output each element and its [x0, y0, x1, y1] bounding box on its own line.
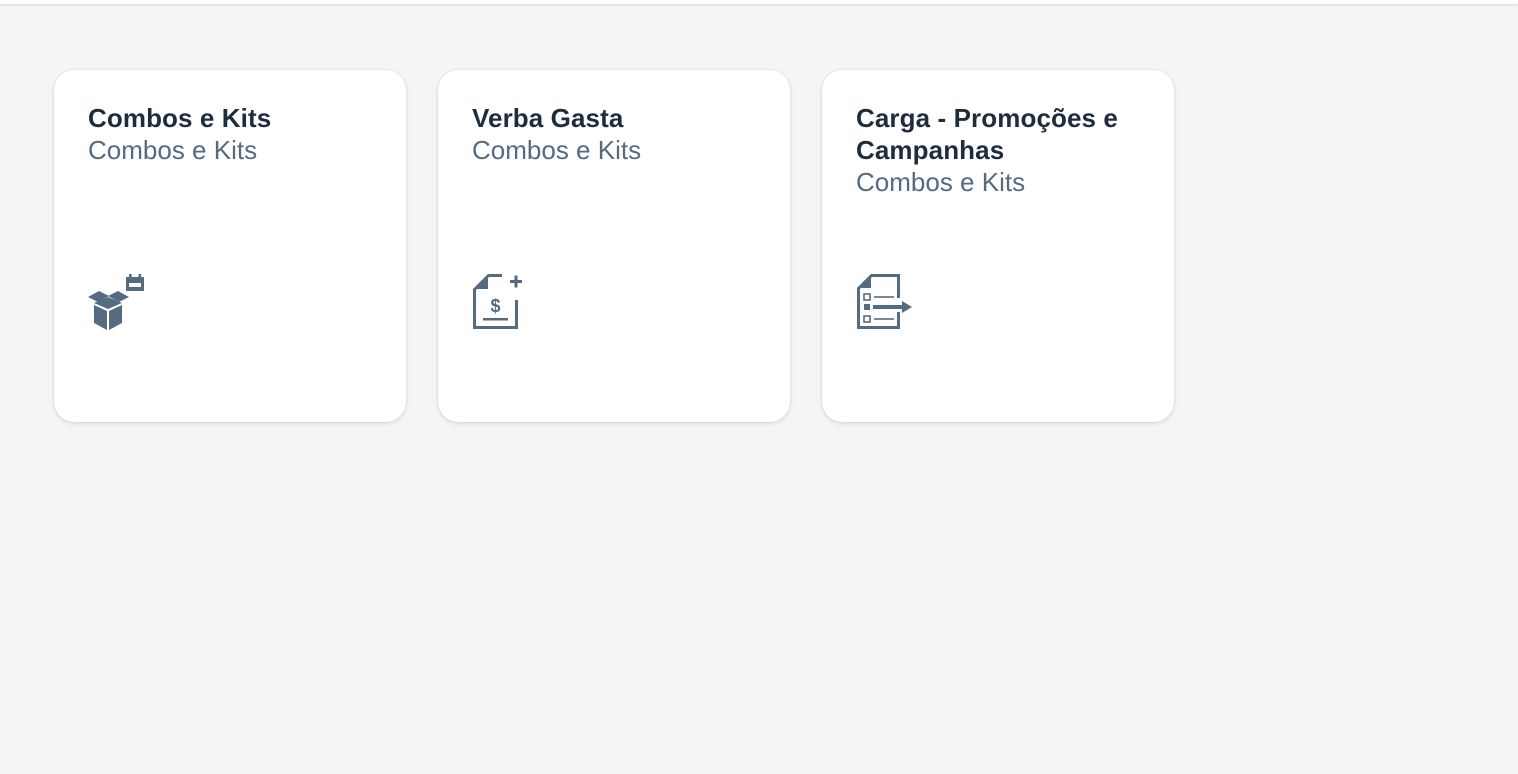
shell-bar-bottom-edge [0, 0, 1518, 4]
tile-subtitle: Combos e Kits [856, 167, 1026, 197]
dollar-document-add-icon: $ [472, 272, 536, 336]
tile-subtitle: Combos e Kits [88, 135, 258, 165]
tile-container: Combos e Kits Combos e Kits Verba Gasta … [54, 70, 1174, 422]
tile-title: Carga - Promoções e Campanhas [856, 103, 1118, 165]
tile-verba-gasta[interactable]: Verba Gasta Combos e Kits $ [438, 70, 790, 422]
tile-subtitle: Combos e Kits [472, 135, 642, 165]
list-document-export-icon [856, 272, 920, 336]
tile-title: Combos e Kits [88, 103, 272, 133]
svg-text:$: $ [490, 296, 500, 316]
box-calendar-icon [88, 272, 152, 336]
tile-title: Verba Gasta [472, 103, 624, 133]
tile-carga-promocoes-e-campanhas[interactable]: Carga - Promoções e Campanhas Combos e K… [822, 70, 1174, 422]
tile-combos-e-kits[interactable]: Combos e Kits Combos e Kits [54, 70, 406, 422]
